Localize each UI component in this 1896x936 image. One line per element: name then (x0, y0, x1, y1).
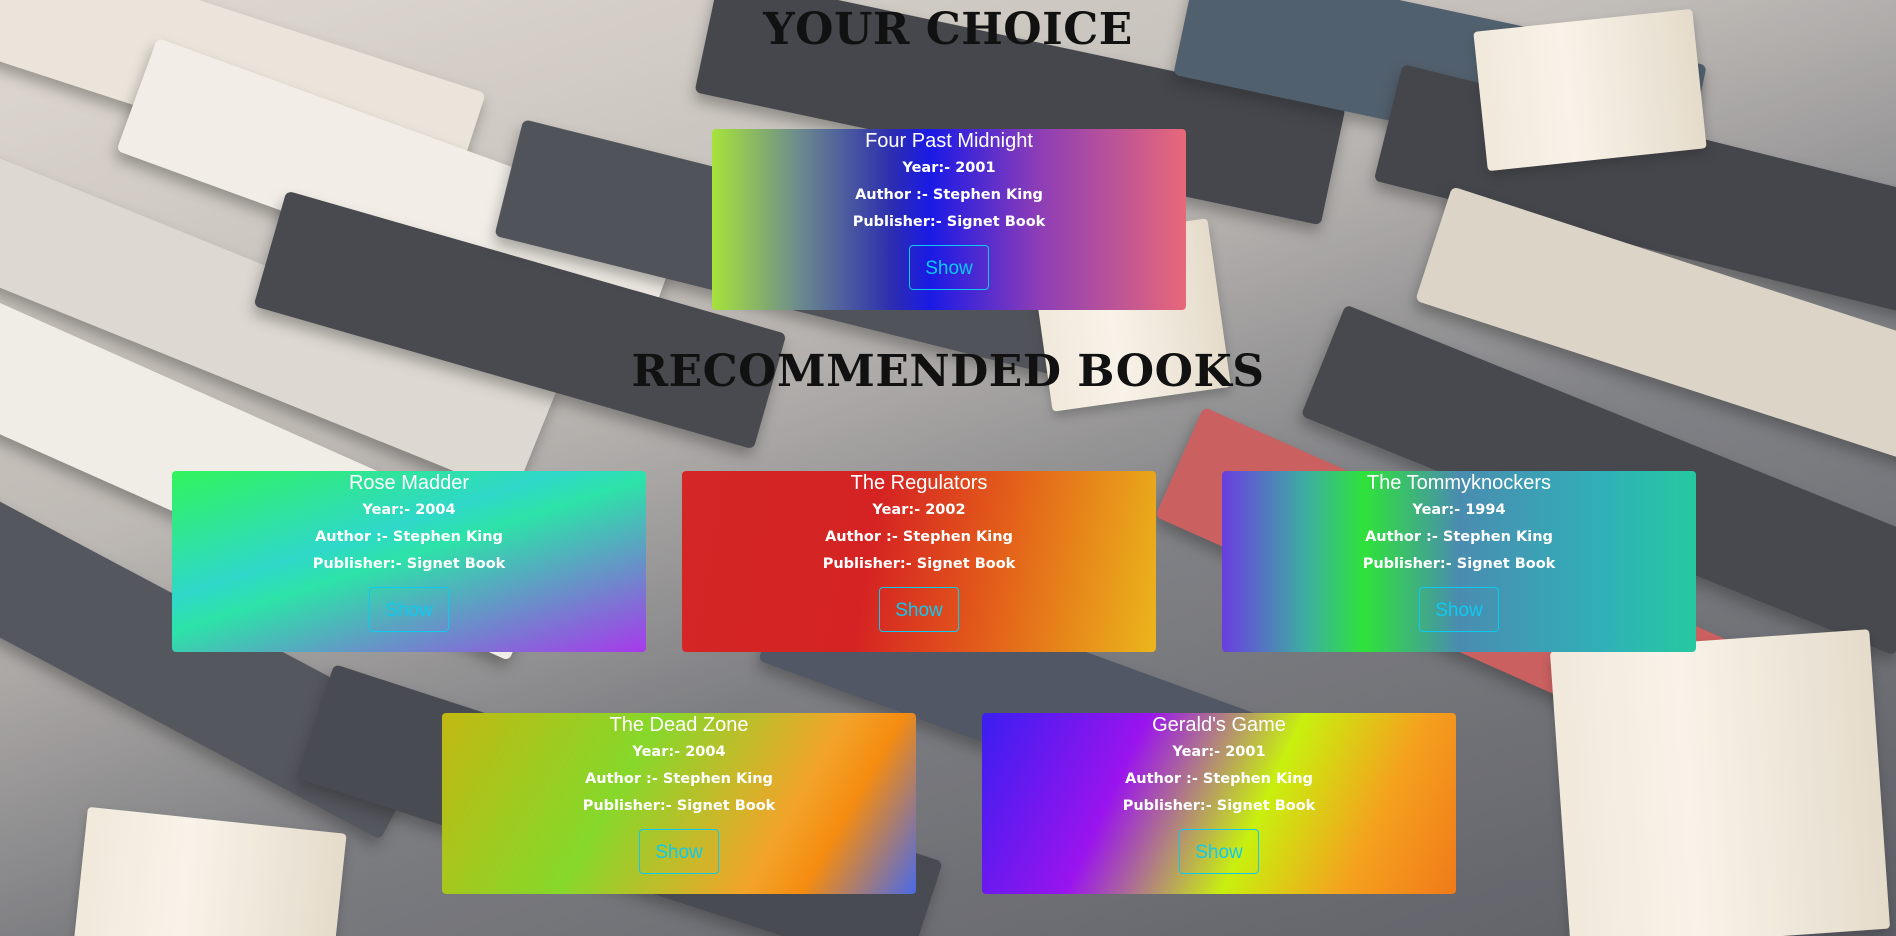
book-author: Author :- Stephen King (825, 529, 1013, 545)
show-button[interactable]: Show (1419, 587, 1499, 632)
book-author: Author :- Stephen King (1125, 771, 1313, 787)
book-title: Gerald's Game (1152, 714, 1286, 736)
your-choice-heading: YOUR CHOICE (763, 4, 1133, 55)
book-author: Author :- Stephen King (315, 529, 503, 545)
book-author: Author :- Stephen King (855, 187, 1043, 203)
recommended-book-card: Rose Madder Year:- 2004 Author :- Stephe… (172, 471, 646, 652)
show-button[interactable]: Show (909, 245, 989, 290)
book-year: Year:- 2004 (632, 744, 726, 760)
book-title: Four Past Midnight (865, 130, 1033, 152)
book-year: Year:- 2001 (1172, 744, 1266, 760)
book-title: Rose Madder (348, 472, 470, 494)
recommended-books-heading: RECOMMENDED BOOKS (631, 346, 1265, 397)
show-button[interactable]: Show (1179, 829, 1259, 874)
book-publisher: Publisher:- Signet Book (1362, 556, 1556, 572)
show-button[interactable]: Show (879, 587, 959, 632)
book-author: Author :- Stephen King (1365, 529, 1553, 545)
book-year: Year:- 1994 (1412, 502, 1506, 518)
book-title: The Dead Zone (609, 714, 749, 736)
choice-book-card: Four Past Midnight Year:- 2001 Author :-… (712, 129, 1186, 310)
recommended-book-card: Gerald's Game Year:- 2001 Author :- Step… (982, 713, 1456, 894)
recommended-book-card: The Regulators Year:- 2002 Author :- Ste… (682, 471, 1156, 652)
show-button[interactable]: Show (369, 587, 449, 632)
recommended-book-card: The Dead Zone Year:- 2004 Author :- Step… (442, 713, 916, 894)
book-year: Year:- 2004 (362, 502, 456, 518)
book-publisher: Publisher:- Signet Book (822, 556, 1016, 572)
book-title: The Tommyknockers (1366, 472, 1552, 494)
book-year: Year:- 2002 (872, 502, 966, 518)
book-publisher: Publisher:- Signet Book (1122, 798, 1316, 814)
book-publisher: Publisher:- Signet Book (582, 798, 776, 814)
book-title: The Regulators (850, 472, 988, 494)
book-author: Author :- Stephen King (585, 771, 773, 787)
show-button[interactable]: Show (639, 829, 719, 874)
book-publisher: Publisher:- Signet Book (852, 214, 1046, 230)
recommended-book-card: The Tommyknockers Year:- 1994 Author :- … (1222, 471, 1696, 652)
book-publisher: Publisher:- Signet Book (312, 556, 506, 572)
book-year: Year:- 2001 (902, 160, 996, 176)
